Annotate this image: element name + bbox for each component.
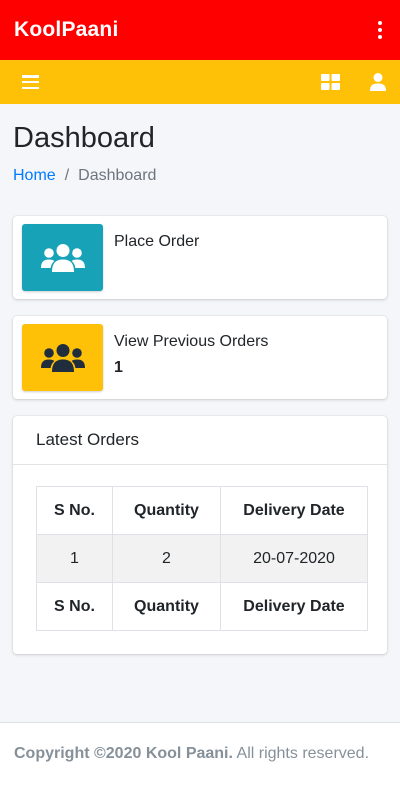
app-title: KoolPaani [14, 18, 119, 41]
breadcrumb-separator: / [64, 167, 70, 184]
more-options-icon[interactable] [372, 18, 388, 42]
column-header: S No. [36, 486, 113, 535]
page-title: Dashboard [13, 122, 155, 154]
column-footer: Delivery Date [220, 582, 368, 631]
table-cell: 1 [36, 534, 113, 583]
orders-table: S No. Quantity Delivery Date 1 2 20-07-2… [36, 486, 368, 631]
table-footer-row: S No. Quantity Delivery Date [36, 582, 368, 631]
place-order-label: Place Order [114, 233, 200, 250]
column-footer: S No. [36, 582, 113, 631]
page-footer: Copyright ©2020 Kool Paani. All rights r… [0, 722, 400, 800]
column-footer: Quantity [112, 582, 221, 631]
breadcrumb: Home / Dashboard [13, 167, 387, 185]
place-order-box[interactable]: Place Order [13, 216, 387, 299]
breadcrumb-current: Dashboard [78, 167, 157, 184]
app-bar: KoolPaani [0, 0, 400, 60]
table-row: 1 2 20-07-2020 [36, 534, 368, 583]
previous-orders-box[interactable]: View Previous Orders 1 [13, 316, 387, 399]
hamburger-icon[interactable] [22, 75, 39, 89]
breadcrumb-home-link[interactable]: Home [13, 167, 56, 185]
latest-orders-card: Latest Orders S No. Quantity Delivery Da… [13, 416, 387, 654]
column-header: Quantity [112, 486, 221, 535]
copyright-text: Copyright ©2020 Kool Paani. [14, 745, 233, 762]
user-icon[interactable] [370, 73, 386, 91]
previous-orders-count: 1 [114, 359, 123, 376]
table-cell: 20-07-2020 [220, 534, 368, 583]
content-header: Dashboard Home / Dashboard [0, 104, 400, 185]
top-navbar [0, 60, 400, 104]
users-icon [22, 224, 103, 291]
grid-icon[interactable] [321, 74, 340, 90]
previous-orders-label: View Previous Orders [114, 333, 269, 350]
table-cell: 2 [112, 534, 221, 583]
rights-text: All rights reserved. [232, 745, 370, 762]
latest-orders-title: Latest Orders [13, 416, 387, 465]
users-icon [22, 324, 103, 391]
table-header-row: S No. Quantity Delivery Date [36, 486, 368, 535]
column-header: Delivery Date [220, 486, 368, 535]
